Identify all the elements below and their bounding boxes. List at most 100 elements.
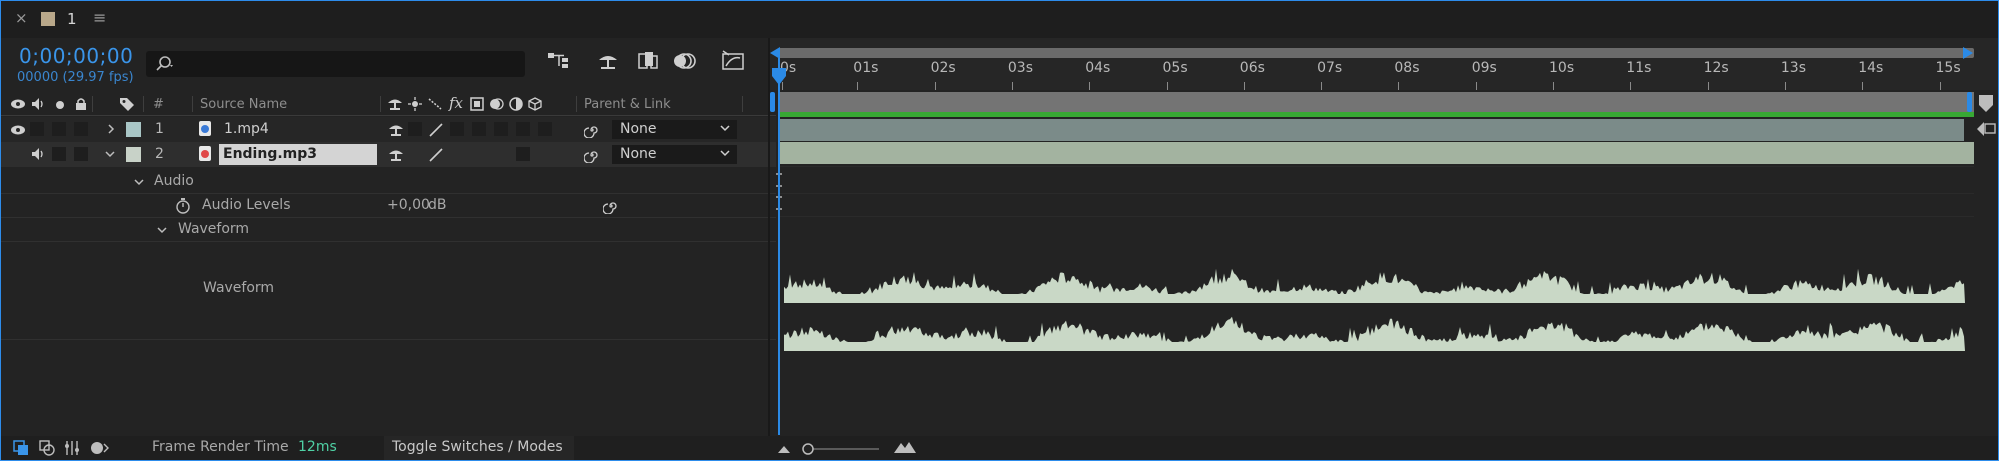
audio-levels-label: Audio Levels: [202, 197, 291, 213]
waveform-property-group[interactable]: Waveform: [0, 218, 776, 242]
layer-duration-bar-2[interactable]: [778, 142, 1974, 164]
stopwatch-icon[interactable]: [175, 197, 191, 215]
layer-row[interactable]: 1 1.mp4 None: [0, 117, 776, 142]
effects-switch-header-icon[interactable]: fx: [449, 94, 463, 112]
parent-dropdown[interactable]: None: [612, 145, 737, 164]
audio-levels-unit: dB: [428, 197, 447, 213]
time-navigator-bar[interactable]: [778, 48, 1974, 58]
frame-render-time-label: Frame Render Time: [152, 439, 289, 455]
zoom-out-mountain-icon[interactable]: [777, 444, 791, 454]
zoom-slider[interactable]: [801, 442, 881, 456]
collapse-chevron-icon[interactable]: [133, 177, 145, 187]
quality-switch-icon[interactable]: [428, 122, 444, 138]
search-icon[interactable]: [154, 55, 176, 73]
motion-blur-switch-header-icon[interactable]: [489, 97, 505, 111]
comp-color-swatch: [41, 12, 55, 26]
audio-property-group[interactable]: Audio: [0, 170, 776, 194]
ruler-tick: [1862, 82, 1864, 90]
playhead-handle[interactable]: [771, 68, 787, 86]
collapse-switch-header-icon[interactable]: [408, 97, 422, 111]
pick-whip-icon[interactable]: [603, 198, 619, 214]
3d-layer-header-icon[interactable]: [528, 97, 542, 111]
ruler-tick: [1784, 82, 1786, 90]
close-panel-button[interactable]: ×: [15, 9, 28, 27]
audio-group-label: Audio: [154, 173, 194, 189]
panel-tab-bar: × 1 ≡: [1, 1, 1998, 38]
comp-marker-bin-icon[interactable]: [1977, 93, 1995, 113]
ruler-tick: [1011, 82, 1013, 90]
audio-enable-speaker-icon[interactable]: [30, 147, 46, 161]
pick-whip-icon[interactable]: [584, 122, 600, 138]
render-time-pane-icon[interactable]: [89, 440, 109, 456]
collapse-chevron-icon[interactable]: [156, 225, 168, 235]
lock-header-icon[interactable]: [75, 97, 87, 111]
parent-dropdown[interactable]: None: [612, 120, 737, 139]
layer-duration-bar-1[interactable]: [778, 119, 1964, 141]
frame-blend-switch-header-icon[interactable]: [470, 97, 484, 111]
audio-switch-header-icon[interactable]: [30, 97, 46, 111]
quality-switch-icon[interactable]: [428, 147, 444, 163]
timeline-area[interactable]: 0s 01s 02s 03s 04s 05s 06s 07s 08s 09s 10s 11s 12s 13…: [770, 38, 1999, 435]
quality-switch-header-icon[interactable]: [427, 97, 443, 111]
work-area-end-handle[interactable]: [1967, 92, 1972, 112]
ruler-tick-label: 01s: [853, 60, 879, 76]
video-switch-header-icon[interactable]: [10, 98, 26, 110]
toggle-switches-modes-button[interactable]: Toggle Switches / Modes: [384, 436, 574, 460]
parent-link-column-header[interactable]: Parent & Link: [584, 97, 671, 112]
waveform-channel-right: [784, 316, 1965, 351]
transfer-controls-pane-icon[interactable]: [39, 440, 55, 456]
ruler-tick: [1707, 82, 1709, 90]
layer-name-edit-field[interactable]: Ending.mp3: [219, 144, 377, 165]
comp-mini-flowchart-icon[interactable]: [546, 50, 572, 72]
collapse-chevron-icon[interactable]: [104, 149, 116, 159]
solo-header-icon[interactable]: [55, 100, 65, 110]
layer-name[interactable]: 1.mp4: [224, 121, 269, 137]
comp-tab-name[interactable]: 1: [67, 10, 77, 28]
panel-menu-button[interactable]: ≡: [93, 8, 106, 27]
pick-whip-icon[interactable]: [584, 147, 600, 163]
waveform-shape: [784, 316, 1965, 351]
layer-search-input[interactable]: [146, 51, 525, 77]
ruler-tick: [1166, 82, 1168, 90]
ruler-tick: [1243, 82, 1245, 90]
chevron-down-icon: [719, 122, 731, 134]
toggle-switches-modes-label: Toggle Switches / Modes: [392, 439, 563, 455]
ruler-tick-label: 14s: [1858, 60, 1884, 76]
video-file-icon: [199, 121, 211, 136]
label-header-icon[interactable]: [119, 96, 135, 112]
comp-button-icon[interactable]: [1975, 120, 1997, 138]
ruler-tick: [1630, 82, 1632, 90]
shy-switch-icon[interactable]: [388, 147, 404, 163]
zoom-in-mountain-icon[interactable]: [893, 440, 917, 454]
parent-dropdown-value: None: [620, 146, 657, 162]
ruler-tick-label: 15s: [1935, 60, 1961, 76]
shy-switch-icon[interactable]: [388, 122, 404, 138]
layer-label-color[interactable]: [126, 147, 141, 162]
ruler-tick-label: 09s: [1471, 60, 1497, 76]
ruler-tick-label: 05s: [1162, 60, 1188, 76]
navigator-end-handle[interactable]: [1963, 47, 1973, 59]
motion-blur-icon[interactable]: [673, 50, 699, 72]
audio-levels-property[interactable]: Audio Levels +0,00 dB: [0, 194, 776, 218]
expand-chevron-icon[interactable]: [106, 123, 116, 135]
current-time-display[interactable]: 0;00;00;00: [19, 44, 133, 68]
graph-editor-icon[interactable]: [720, 50, 746, 72]
source-name-column-header[interactable]: Source Name: [200, 97, 287, 112]
in-out-pane-icon[interactable]: [64, 440, 80, 456]
frame-render-time-value: 12ms: [298, 439, 337, 455]
frame-blending-icon[interactable]: [635, 50, 661, 72]
playhead-line[interactable]: [778, 58, 780, 435]
waveform-group-label: Waveform: [178, 221, 250, 237]
shy-switch-header-icon[interactable]: [387, 96, 403, 112]
ruler-tick-label: 04s: [1085, 60, 1111, 76]
layer-label-color[interactable]: [126, 122, 141, 137]
audio-levels-value[interactable]: +0,00: [387, 197, 430, 213]
adjustment-layer-header-icon[interactable]: [509, 97, 523, 111]
work-area-bar[interactable]: [778, 92, 1974, 112]
work-area-start-handle[interactable]: [770, 92, 775, 112]
ruler-tick-label: 11s: [1626, 60, 1652, 76]
shy-layers-icon[interactable]: [595, 50, 621, 72]
layer-switches-pane-icon[interactable]: [13, 440, 29, 456]
video-visibility-eye-icon[interactable]: [10, 124, 26, 136]
layer-row-selected[interactable]: 2 Ending.mp3 None: [0, 142, 776, 167]
